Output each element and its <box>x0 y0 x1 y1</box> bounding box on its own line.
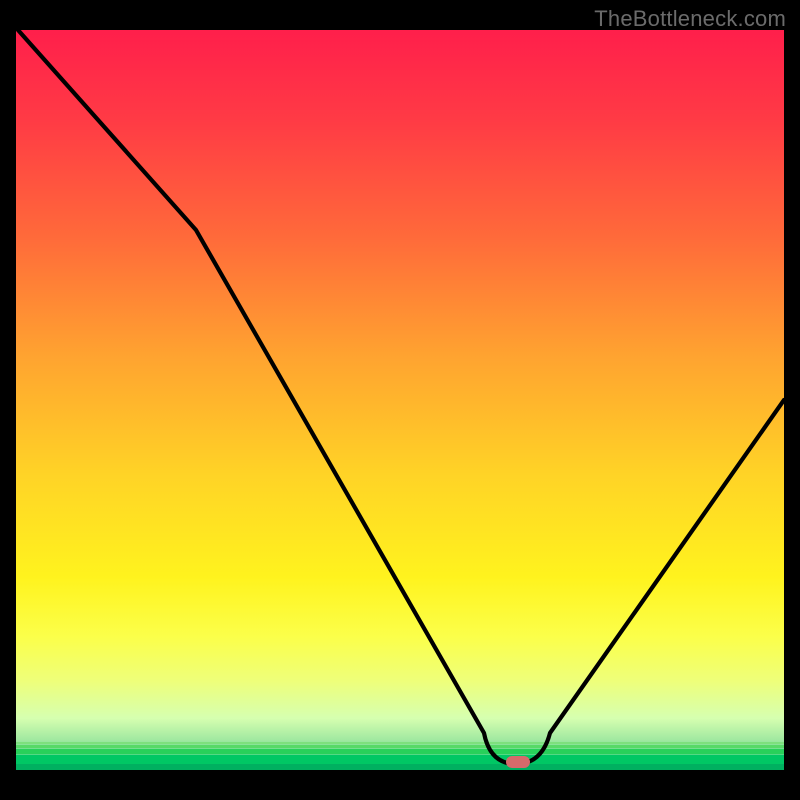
axis-bottom <box>12 770 788 774</box>
axis-left <box>12 26 16 774</box>
plot-area <box>16 30 784 770</box>
watermark-text: TheBottleneck.com <box>594 6 786 32</box>
curve-path <box>18 30 784 764</box>
optimal-marker <box>506 756 530 768</box>
chart-frame: TheBottleneck.com <box>0 0 800 800</box>
bottleneck-curve <box>16 30 784 770</box>
